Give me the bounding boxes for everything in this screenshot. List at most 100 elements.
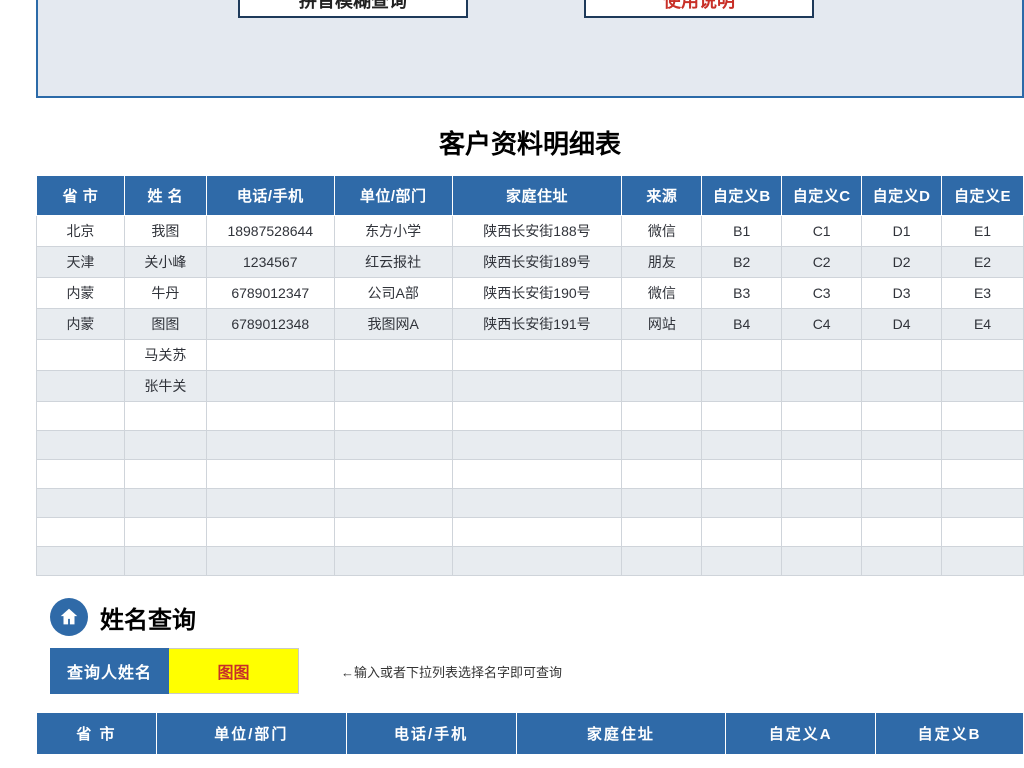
table-cell — [702, 431, 782, 460]
table-row: 内蒙牛丹6789012347公司A部陕西长安街190号微信B3C3D3E3 — [37, 278, 1024, 309]
query-result-header-table: 省 市 单位/部门 电话/手机 家庭住址 自定义A 自定义B — [36, 712, 1024, 755]
col-province: 省 市 — [37, 176, 125, 216]
table-cell: 6789012347 — [206, 278, 334, 309]
table-cell — [124, 547, 206, 576]
table-cell — [334, 489, 452, 518]
table-cell — [862, 547, 942, 576]
col-address: 家庭住址 — [452, 176, 622, 216]
query-name-input[interactable]: 图图 — [169, 648, 299, 694]
res-col-dept: 单位/部门 — [156, 713, 346, 755]
table-cell — [862, 460, 942, 489]
table-row — [37, 518, 1024, 547]
table-cell: E1 — [942, 216, 1024, 247]
table-cell — [37, 489, 125, 518]
table-cell: 陕西长安街191号 — [452, 309, 622, 340]
table-row: 张牛关 — [37, 371, 1024, 402]
table-cell — [452, 371, 622, 402]
table-cell — [942, 489, 1024, 518]
table-cell — [37, 547, 125, 576]
table-cell — [622, 518, 702, 547]
table-row: 天津关小峰1234567红云报社陕西长安街189号朋友B2C2D2E2 — [37, 247, 1024, 278]
table-cell — [862, 340, 942, 371]
col-custom-c: 自定义C — [782, 176, 862, 216]
table-cell — [206, 518, 334, 547]
table-cell: 18987528644 — [206, 216, 334, 247]
table-cell: 马关苏 — [124, 340, 206, 371]
table-cell: 天津 — [37, 247, 125, 278]
table-cell — [782, 431, 862, 460]
table-cell: 陕西长安街188号 — [452, 216, 622, 247]
table-cell — [942, 460, 1024, 489]
table-cell: 张牛关 — [124, 371, 206, 402]
table-cell — [37, 371, 125, 402]
table-cell — [37, 431, 125, 460]
pinyin-fuzzy-query-button[interactable]: 拼音模糊查询 — [238, 0, 468, 18]
table-cell: C4 — [782, 309, 862, 340]
table-cell — [782, 371, 862, 402]
table-cell — [702, 489, 782, 518]
table-cell — [334, 340, 452, 371]
table-cell: 关小峰 — [124, 247, 206, 278]
table-cell — [782, 547, 862, 576]
table-cell — [452, 431, 622, 460]
table-cell: 陕西长安街190号 — [452, 278, 622, 309]
res-col-phone: 电话/手机 — [346, 713, 516, 755]
table-cell: 内蒙 — [37, 278, 125, 309]
table-cell — [37, 402, 125, 431]
table-cell: 网站 — [622, 309, 702, 340]
table-cell — [782, 460, 862, 489]
table-cell — [702, 371, 782, 402]
table-cell — [124, 402, 206, 431]
table-cell: E3 — [942, 278, 1024, 309]
res-col-custom-a: 自定义A — [726, 713, 876, 755]
table-cell — [702, 547, 782, 576]
col-name: 姓 名 — [124, 176, 206, 216]
table-cell — [862, 371, 942, 402]
query-hint-text: ←输入或者下拉列表选择名字即可查询 — [341, 648, 562, 694]
table-cell — [782, 402, 862, 431]
table-cell — [782, 340, 862, 371]
table-cell: 我图网A — [334, 309, 452, 340]
table-cell — [124, 431, 206, 460]
table-cell: D3 — [862, 278, 942, 309]
table-cell — [334, 371, 452, 402]
page-title: 客户资料明细表 — [36, 124, 1024, 161]
table-cell — [37, 460, 125, 489]
table-cell — [702, 402, 782, 431]
table-row: 内蒙图图6789012348我图网A陕西长安街191号网站B4C4D4E4 — [37, 309, 1024, 340]
table-row — [37, 460, 1024, 489]
table-cell — [452, 547, 622, 576]
table-cell — [206, 547, 334, 576]
table-cell: B2 — [702, 247, 782, 278]
table-cell: B3 — [702, 278, 782, 309]
instructions-button[interactable]: 使用说明 — [584, 0, 814, 18]
table-cell — [124, 518, 206, 547]
table-row — [37, 431, 1024, 460]
name-query-section-head: 姓名查询 — [50, 598, 1024, 636]
table-cell — [206, 340, 334, 371]
table-cell — [942, 402, 1024, 431]
table-cell — [942, 340, 1024, 371]
table-cell — [862, 518, 942, 547]
table-cell: C1 — [782, 216, 862, 247]
table-cell: 红云报社 — [334, 247, 452, 278]
table-cell: D2 — [862, 247, 942, 278]
table-cell: B1 — [702, 216, 782, 247]
table-cell: 1234567 — [206, 247, 334, 278]
table-cell — [206, 402, 334, 431]
col-custom-b: 自定义B — [702, 176, 782, 216]
table-cell — [702, 518, 782, 547]
table-header-row: 省 市 姓 名 电话/手机 单位/部门 家庭住址 来源 自定义B 自定义C 自定… — [37, 176, 1024, 216]
customer-detail-table: 省 市 姓 名 电话/手机 单位/部门 家庭住址 来源 自定义B 自定义C 自定… — [36, 175, 1024, 576]
table-row: 北京我图18987528644东方小学陕西长安街188号微信B1C1D1E1 — [37, 216, 1024, 247]
table-cell — [334, 518, 452, 547]
table-cell — [206, 371, 334, 402]
table-cell — [206, 460, 334, 489]
res-col-province: 省 市 — [37, 713, 157, 755]
table-cell — [702, 340, 782, 371]
table-cell — [862, 489, 942, 518]
table-cell: 东方小学 — [334, 216, 452, 247]
table-cell: D4 — [862, 309, 942, 340]
table-cell — [622, 547, 702, 576]
table-cell: 图图 — [124, 309, 206, 340]
